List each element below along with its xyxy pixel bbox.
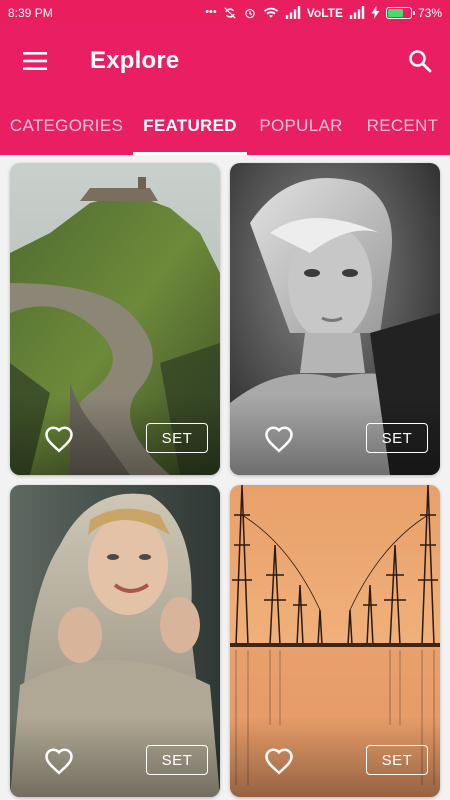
wallpaper-grid: SET SET SET SET [0, 155, 450, 800]
heart-outline-icon[interactable] [44, 425, 74, 453]
tab-bar: CATEGORIES FEATURED POPULAR RECENT [0, 97, 450, 155]
page-title: Explore [90, 47, 180, 74]
status-icons: ••• VoLTE 73% [205, 6, 442, 20]
set-wallpaper-button[interactable]: SET [146, 423, 208, 453]
set-wallpaper-button[interactable]: SET [366, 745, 428, 775]
signal-icon-secondary [349, 6, 365, 19]
wallpaper-card[interactable]: SET [10, 485, 220, 797]
app-bar: Explore [0, 25, 450, 97]
status-bar: 8:39 PM ••• VoLTE 73% [0, 0, 450, 25]
alarm-icon [245, 8, 255, 18]
menu-button[interactable] [0, 25, 70, 97]
wallpaper-card[interactable]: SET [230, 163, 440, 475]
signal-icon [285, 6, 300, 19]
tab-label: CATEGORIES [9, 116, 124, 135]
tab-featured[interactable]: FEATURED [133, 97, 247, 155]
tab-label: POPULAR [259, 116, 343, 135]
wallpaper-card[interactable]: SET [10, 163, 220, 475]
set-wallpaper-button[interactable]: SET [366, 423, 428, 453]
tab-label: FEATURED [143, 116, 237, 135]
sync-off-icon [224, 6, 236, 19]
heart-outline-icon[interactable] [264, 747, 294, 775]
set-wallpaper-button[interactable]: SET [146, 745, 208, 775]
wallpaper-card[interactable]: SET [230, 485, 440, 797]
battery-icon [385, 6, 415, 19]
search-button[interactable] [390, 25, 450, 97]
wifi-icon [263, 7, 278, 18]
hamburger-menu-icon [23, 52, 47, 70]
tab-recent[interactable]: RECENT [355, 97, 450, 155]
search-icon [409, 50, 432, 73]
heart-outline-icon[interactable] [44, 747, 74, 775]
tab-label: RECENT [366, 116, 439, 135]
charging-icon [371, 6, 380, 19]
heart-outline-icon[interactable] [264, 425, 294, 453]
network-label: VoLTE [306, 5, 343, 20]
tab-popular[interactable]: POPULAR [247, 97, 355, 155]
notification-dots-icon: ••• [205, 6, 217, 18]
status-time: 8:39 PM [8, 5, 53, 20]
battery-percent: 73% [417, 5, 442, 20]
tab-categories[interactable]: CATEGORIES [0, 97, 133, 155]
